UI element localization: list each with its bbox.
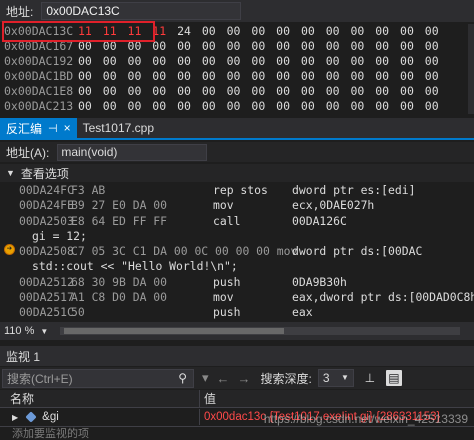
- watch-title-label: 监视 1: [6, 349, 41, 364]
- search-placeholder: 搜索(Ctrl+E): [7, 371, 73, 386]
- pin-icon[interactable]: ⊥: [362, 370, 378, 386]
- asm-bytes: 68 30 9B DA 00: [71, 274, 168, 289]
- asm-line[interactable]: 00DA2512 68 30 9B DA 00 push 0DA9B30h: [0, 275, 474, 290]
- asm-bytes: F3 AB: [71, 183, 106, 197]
- disassembly-address-bar: 地址(A): main(void): [0, 142, 474, 162]
- column-value-header[interactable]: 值: [200, 390, 216, 407]
- source-line[interactable]: gi = 12;: [0, 229, 474, 244]
- asm-bytes: A1 C8 D0 DA 00: [71, 290, 168, 305]
- search-depth-value: 3: [322, 371, 330, 385]
- source-text: gi = 12;: [32, 228, 87, 243]
- memory-row[interactable]: 0x00DAC1BD 00 00 00 00 00 00 00 00 00 00 …: [0, 69, 474, 84]
- view-options-label: 查看选项: [20, 166, 69, 181]
- memory-row-address: 0x00DAC1E8: [4, 84, 74, 98]
- disassembly-code[interactable]: 00DA24FC F3 AB rep stos dword ptr es:[edi] 0…: [0, 183, 474, 321]
- memory-address-label: 地址:: [6, 4, 34, 19]
- asm-operand: ecx,0DAE027h: [292, 198, 375, 213]
- asm-mnemonic: mov: [213, 290, 234, 305]
- scrollbar-thumb[interactable]: [64, 328, 284, 334]
- asm-line[interactable]: 00DA2503 E8 64 ED FF FF call 00DA126C: [0, 214, 474, 229]
- asm-address: 00DA2503: [19, 213, 74, 228]
- memory-row-bytes[interactable]: 00 00 00 00 00 00 00 00 00 00 00 00 00 0…: [74, 54, 439, 69]
- source-text: std::cout << "Hello World!\n";: [32, 259, 238, 274]
- source-line[interactable]: std::cout << "Hello World!\n";: [0, 259, 474, 274]
- document-tab-strip: 反汇编 ⊣ × Test1017.cpp: [0, 118, 474, 140]
- asm-address: 00DA2512: [19, 274, 74, 289]
- horizontal-scrollbar[interactable]: [60, 327, 460, 335]
- asm-operand: eax: [292, 305, 313, 320]
- zoom-level[interactable]: 110 %: [4, 325, 34, 337]
- asm-bytes: 50: [71, 305, 85, 320]
- asm-bytes: B9 27 E0 DA 00: [71, 198, 168, 213]
- grid-view-icon[interactable]: ▤: [385, 370, 402, 386]
- search-icon[interactable]: ⚲: [178, 371, 187, 385]
- search-depth-label: 搜索深度:: [260, 371, 312, 386]
- pin-icon[interactable]: ⊣: [48, 122, 58, 135]
- column-name-header[interactable]: 名称: [0, 390, 200, 407]
- zoom-bar: 110 % ▼: [0, 322, 474, 340]
- chevron-down-icon[interactable]: ▼: [40, 327, 48, 336]
- asm-line[interactable]: ➔ 00DA2508 C7 05 3C C1 DA 00 0C 00 00 00 m…: [0, 244, 474, 259]
- memory-scrollbar[interactable]: [468, 24, 474, 114]
- memory-row-address: 0x00DAC1BD: [4, 69, 74, 83]
- tab-disassembly-label: 反汇编: [6, 121, 43, 136]
- watch-add-item[interactable]: 添加要监视的项: [0, 426, 474, 440]
- watch-panel-title: 监视 1: [0, 346, 474, 366]
- dropdown-arrow-icon[interactable]: ▾: [202, 370, 209, 386]
- asm-mnemonic: push: [213, 305, 241, 320]
- asm-address: 00DA24FC: [19, 183, 74, 197]
- asm-line[interactable]: 00DA2517 A1 C8 D0 DA 00 mov eax,dword ptr d…: [0, 290, 474, 305]
- memory-row-bytes[interactable]: 00 00 00 00 00 00 00 00 00 00 00 00 00 0…: [74, 69, 439, 84]
- forward-arrow-icon[interactable]: →: [238, 371, 251, 386]
- memory-row-bytes[interactable]: 00 00 00 00 00 00 00 00 00 00 00 00 00 0…: [74, 84, 439, 99]
- asm-bytes: C7 05 3C C1 DA 00 0C 00 00 00 mov: [71, 244, 298, 259]
- disassembly-address-label: 地址(A):: [6, 145, 50, 160]
- search-depth-select[interactable]: 3 ▼: [317, 369, 354, 387]
- asm-mnemonic: rep stos: [213, 183, 268, 197]
- asm-address: 00DA2517: [19, 290, 74, 305]
- chevron-down-icon: ▼: [6, 168, 15, 178]
- memory-row-bytes[interactable]: 00 00 00 00 00 00 00 00 00 00 00 00 00 0…: [74, 99, 439, 114]
- asm-operand: dword ptr ds:[00DAC: [292, 244, 423, 259]
- asm-operand: 0DA9B30h: [292, 274, 347, 289]
- expand-arrow-icon[interactable]: ▶: [12, 413, 18, 422]
- close-icon[interactable]: ×: [64, 121, 71, 135]
- asm-bytes: E8 64 ED FF FF: [71, 213, 168, 228]
- asm-operand: 00DA126C: [292, 213, 347, 228]
- asm-line[interactable]: 00DA24FE B9 27 E0 DA 00 mov ecx,0DAE027h: [0, 198, 474, 213]
- memory-row-address: 0x00DAC213: [4, 99, 74, 113]
- asm-operand: eax,dword ptr ds:[00DAD0C8h]: [292, 290, 474, 305]
- watch-column-header: 名称 值: [0, 390, 474, 408]
- watch-item-name-text: &gi: [42, 411, 59, 423]
- watch-item-name[interactable]: ▶ &gi: [0, 409, 200, 425]
- memory-row-address: 0x00DAC192: [4, 54, 74, 68]
- tab-disassembly[interactable]: 反汇编 ⊣ ×: [0, 118, 77, 138]
- memory-row[interactable]: 0x00DAC1E8 00 00 00 00 00 00 00 00 00 00 …: [0, 84, 474, 99]
- asm-address: 00DA2508: [19, 244, 74, 259]
- asm-mnemonic: call: [213, 213, 241, 228]
- watch-search-input[interactable]: 搜索(Ctrl+E) ⚲: [2, 368, 194, 388]
- variable-icon: [25, 411, 37, 423]
- memory-address-bar: 地址: 0x00DAC13C: [0, 0, 474, 22]
- memory-row[interactable]: 0x00DAC192 00 00 00 00 00 00 00 00 00 00 …: [0, 54, 474, 69]
- back-arrow-icon[interactable]: ←: [217, 371, 230, 386]
- tab-test1017-label: Test1017.cpp: [82, 121, 155, 135]
- disassembly-address-input[interactable]: main(void): [57, 143, 208, 161]
- asm-address: 00DA251C: [19, 305, 74, 320]
- view-options-toggle[interactable]: ▼ 查看选项: [0, 164, 474, 182]
- memory-address-input[interactable]: 0x00DAC13C: [41, 2, 242, 20]
- asm-line[interactable]: 00DA251C 50 push eax: [0, 305, 474, 320]
- asm-mnemonic: mov: [213, 198, 234, 213]
- watermark: https://blog.csdn.net/weixin_42513339: [263, 412, 468, 426]
- memory-row[interactable]: 0x00DAC213 00 00 00 00 00 00 00 00 00 00 …: [0, 99, 474, 114]
- asm-mnemonic: push: [213, 274, 241, 289]
- chevron-down-icon: ▼: [340, 373, 349, 382]
- asm-line[interactable]: 00DA24FC F3 AB rep stos dword ptr es:[edi]: [0, 183, 474, 198]
- asm-operand: dword ptr es:[edi]: [292, 183, 416, 197]
- watch-toolbar: 搜索(Ctrl+E) ⚲ ▾ ← → 搜索深度: 3 ▼ ⊥ ▤: [0, 367, 474, 389]
- tab-test1017-cpp[interactable]: Test1017.cpp: [77, 118, 160, 138]
- current-instruction-arrow-icon: ➔: [4, 244, 15, 256]
- asm-address: 00DA24FE: [19, 198, 74, 213]
- highlight-box: [2, 21, 155, 42]
